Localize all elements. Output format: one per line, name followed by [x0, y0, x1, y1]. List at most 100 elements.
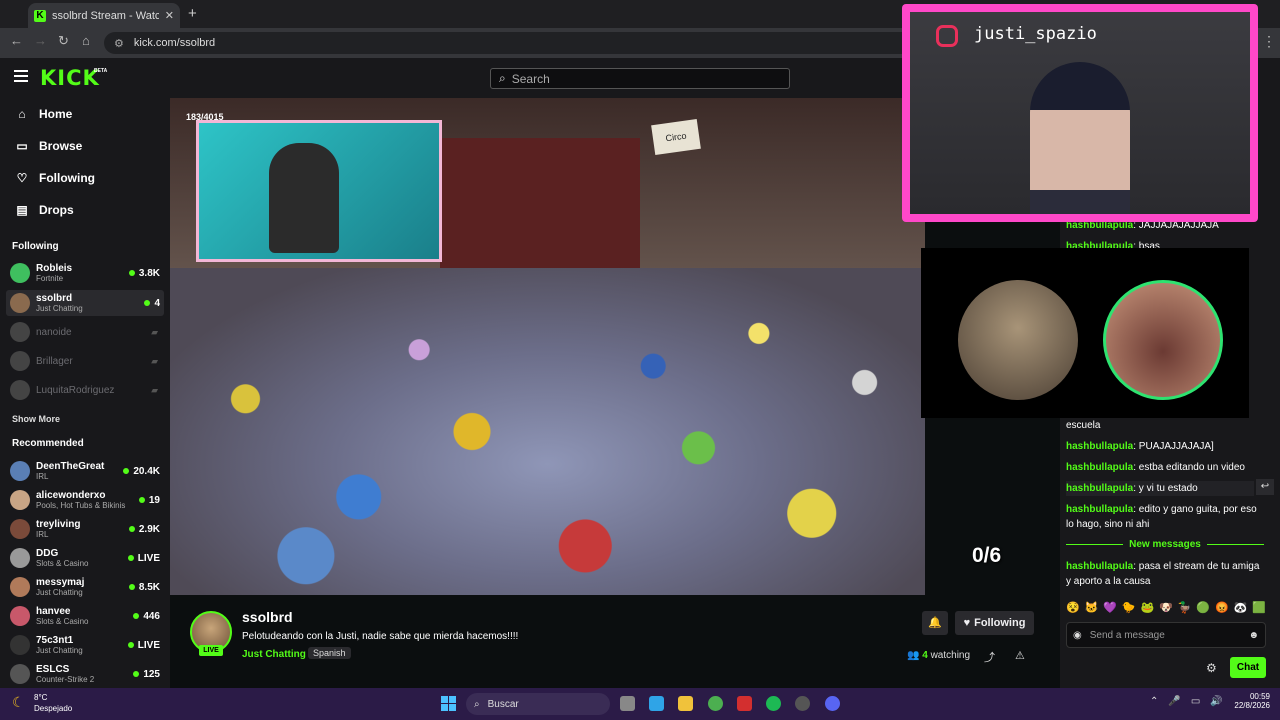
sidebar-channel-75c3nt1[interactable]: 75c3nt1 Just Chatting LIVE [6, 632, 164, 658]
site-info-icon[interactable]: ⚙ [114, 37, 124, 50]
tab-close-icon[interactable]: ✕ [165, 9, 174, 22]
emote-icon[interactable]: 💜 [1103, 601, 1117, 614]
menu-toggle-icon[interactable] [14, 70, 28, 85]
search-placeholder: Search [511, 71, 550, 86]
emote-icon[interactable]: 🟩 [1252, 601, 1266, 614]
weather-description[interactable]: Despejado [34, 704, 72, 713]
sidebar-channel-eslcs[interactable]: ESLCS Counter-Strike 2 125 [6, 661, 164, 687]
sidebar-channel-robleis[interactable]: Robleis Fortnite 3.8K [6, 260, 164, 286]
emote-icon[interactable]: 🐱 [1085, 601, 1099, 614]
share-icon[interactable]: ⤴ [984, 649, 995, 665]
back-icon[interactable]: ← [10, 33, 23, 48]
emote-bar: 😵 🐱 💜 🐤 🐸 🐶 🦆 🟢 😡 🐼 🟩 [1066, 601, 1266, 614]
following-button[interactable]: ♥ Following [955, 611, 1034, 635]
moon-icon[interactable]: ☾ [12, 694, 25, 711]
viewer-count: LIVE [127, 639, 160, 651]
app-icon[interactable] [737, 696, 752, 711]
chat-settings-icon[interactable]: ⚙ [1206, 661, 1217, 675]
show-more-link[interactable]: Show More [12, 414, 60, 424]
reply-icon[interactable]: ↩ [1256, 479, 1274, 495]
chat-username[interactable]: hashbullapula [1066, 504, 1133, 515]
guest-webcam [1030, 62, 1130, 214]
file-explorer-icon[interactable] [678, 696, 693, 711]
sidebar-channel-hanvee[interactable]: hanvee Slots & Casino 446 [6, 603, 164, 629]
chat-message: escuela [1066, 418, 1266, 433]
emote-icon[interactable]: 🐸 [1141, 601, 1155, 614]
sidebar-channel-treyliving[interactable]: treyliving IRL 2.9K [6, 516, 164, 542]
browse-icon: ▭ [16, 139, 28, 153]
language-tag[interactable]: Spanish [308, 647, 351, 659]
sidebar-channel-ssolbrd[interactable]: ssolbrd Just Chatting 4 [6, 290, 164, 316]
reload-icon[interactable]: ↻ [58, 33, 69, 49]
nav-drops[interactable]: ▤ Drops [14, 203, 73, 217]
emote-icon[interactable]: 🦆 [1178, 601, 1192, 614]
sidebar-channel-nanoide[interactable]: nanoide ▰ [6, 319, 164, 345]
sidebar-channel-deenthegreat[interactable]: DeenTheGreat IRL 20.4K [6, 458, 164, 484]
emote-icon[interactable]: 🐼 [1234, 601, 1248, 614]
kick-logo[interactable]: KICK [40, 66, 100, 90]
sidebar-channel-alicewonderxo[interactable]: alicewonderxo Pools, Hot Tubs & Bikinis 1… [6, 487, 164, 513]
sidebar-channel-brillager[interactable]: Brillager ▰ [6, 348, 164, 374]
report-icon[interactable]: ⚠ [1015, 649, 1025, 662]
widgets-icon[interactable] [649, 696, 664, 711]
viewer-count-text: 19 [148, 494, 160, 506]
stream-category[interactable]: Just Chatting [242, 649, 306, 660]
chat-badge-icon[interactable]: ◉ [1073, 630, 1082, 641]
url-field[interactable]: ⚙ kick.com/ssolbrd [104, 32, 984, 54]
emote-icon[interactable]: 😡 [1215, 601, 1229, 614]
channel-category: Fortnite [36, 274, 64, 283]
chat-username[interactable]: hashbullapula [1066, 483, 1133, 494]
emote-icon[interactable]: 🐤 [1122, 601, 1136, 614]
weather-temperature[interactable]: 8°C [34, 693, 47, 702]
url-text: kick.com/ssolbrd [133, 37, 216, 49]
channel-name: Robleis [36, 263, 73, 274]
home-icon[interactable]: ⌂ [82, 33, 90, 48]
windows-taskbar [0, 688, 1280, 720]
sidebar-channel-ddg[interactable]: DDG Slots & Casino LIVE [6, 545, 164, 571]
channel-category: IRL [36, 530, 49, 539]
chat-text: estba editando un video [1138, 462, 1245, 473]
forward-icon[interactable]: → [34, 33, 47, 48]
viewer-count-text: LIVE [137, 639, 160, 651]
avatar [10, 380, 30, 400]
avatar [10, 322, 30, 342]
search-icon: ⌕ [499, 71, 506, 85]
notification-bell-button[interactable]: 🔔 [922, 611, 948, 635]
emote-icon[interactable]: 🟢 [1196, 601, 1210, 614]
chat-username[interactable]: hashbullapula [1066, 462, 1133, 473]
chat-send-button[interactable]: Chat [1230, 657, 1266, 678]
chat-username[interactable]: hashbullapula [1066, 561, 1133, 572]
taskbar-search[interactable]: ⌕ Buscar [466, 693, 610, 715]
steam-icon[interactable] [795, 696, 810, 711]
emote-icon[interactable]: 🐶 [1159, 601, 1173, 614]
chrome-icon[interactable] [708, 696, 723, 711]
instagram-handle: justi_spazio [974, 24, 1097, 44]
new-messages-divider[interactable]: New messages [1060, 539, 1270, 550]
search-input[interactable]: ⌕ Search [490, 68, 790, 89]
chat-username[interactable]: hashbullapula [1066, 441, 1133, 452]
streamer-name[interactable]: ssolbrd [242, 609, 293, 625]
chat-message: hashbullapula: y vi tu estado [1066, 481, 1254, 496]
windows-start-icon[interactable] [441, 696, 456, 711]
viewer-count-text: 8.5K [138, 581, 160, 593]
discord-icon[interactable] [825, 696, 840, 711]
chat-input[interactable]: ◉ Send a message ☻ [1066, 622, 1266, 648]
nav-home[interactable]: ⌂ Home [14, 107, 72, 121]
clock[interactable]: 00:59 22/8/2026 [1228, 692, 1270, 710]
offline-icon: ▰ [151, 355, 158, 366]
live-dot-icon [128, 584, 135, 590]
game-progress: 0/6 [972, 544, 1002, 567]
task-view-icon[interactable] [620, 696, 635, 711]
browser-tab[interactable]: K ssolbrd Stream - Watch Live on ✕ [28, 3, 180, 28]
emoji-icon[interactable]: ☻ [1248, 630, 1259, 641]
spotify-icon[interactable] [766, 696, 781, 711]
system-tray[interactable]: ⌃🎤▭🔊 [1150, 696, 1233, 707]
sidebar-channel-luquitarodriguez[interactable]: LuquitaRodriguez ▰ [6, 377, 164, 403]
emote-icon[interactable]: 😵 [1066, 601, 1080, 614]
streamer-silhouette [269, 143, 339, 253]
new-tab-button[interactable]: + [188, 5, 197, 22]
nav-following[interactable]: ♡ Following [14, 171, 95, 185]
nav-browse[interactable]: ▭ Browse [14, 139, 82, 153]
browser-menu-icon[interactable]: ⋮ [1262, 33, 1276, 50]
sidebar-channel-messymaj[interactable]: messymaj Just Chatting 8.5K [6, 574, 164, 600]
